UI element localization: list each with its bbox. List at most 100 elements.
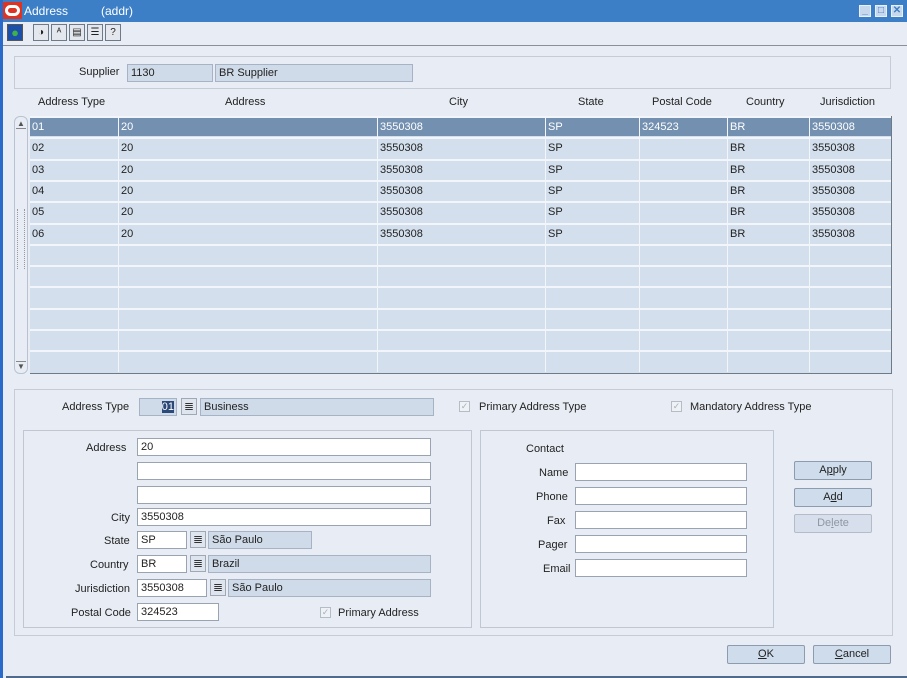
- cell-address[interactable]: [118, 352, 377, 373]
- cell-jurisdiction[interactable]: 3550308: [809, 203, 891, 224]
- cell-jurisdiction[interactable]: [809, 267, 891, 288]
- cell-state[interactable]: [545, 288, 639, 309]
- cell-country[interactable]: [727, 267, 809, 288]
- cell-address[interactable]: [118, 267, 377, 288]
- column-header-postal-code[interactable]: Postal Code: [652, 96, 712, 108]
- cell-city[interactable]: [377, 352, 545, 373]
- cell-country[interactable]: [727, 352, 809, 373]
- cancel-button[interactable]: Cancel: [813, 645, 891, 664]
- city-input[interactable]: 3550308: [137, 508, 431, 526]
- scroll-down-arrow-icon[interactable]: ▼: [16, 361, 26, 371]
- cell-jurisdiction[interactable]: 3550308: [809, 181, 891, 202]
- cell-country[interactable]: [727, 288, 809, 309]
- contact-phone-input[interactable]: [575, 487, 747, 505]
- cell-jurisdiction[interactable]: [809, 309, 891, 330]
- column-header-address-type[interactable]: Address Type: [38, 96, 105, 108]
- cell-city[interactable]: 3550308: [377, 203, 545, 224]
- country-lov-icon[interactable]: ≣: [190, 555, 206, 572]
- column-header-address[interactable]: Address: [225, 96, 265, 108]
- cell-address[interactable]: [118, 309, 377, 330]
- address-line2-input[interactable]: [137, 462, 431, 480]
- cell-city[interactable]: [377, 267, 545, 288]
- cell-country[interactable]: BR: [727, 139, 809, 160]
- cell-country[interactable]: [727, 245, 809, 266]
- cell-postal-code[interactable]: [639, 224, 727, 245]
- cell-postal-code[interactable]: [639, 267, 727, 288]
- cell-address-type[interactable]: 04: [30, 182, 118, 202]
- cell-address[interactable]: 20: [118, 203, 377, 224]
- table-row[interactable]: 03 20 3550308 SP BR 3550308: [30, 158, 891, 181]
- refresh-icon[interactable]: ◑: [33, 24, 49, 41]
- cell-state[interactable]: SP: [545, 139, 639, 160]
- cell-state[interactable]: SP: [545, 160, 639, 181]
- cell-postal-code[interactable]: 324523: [639, 118, 727, 138]
- address-line3-input[interactable]: [137, 486, 431, 504]
- cell-jurisdiction[interactable]: [809, 288, 891, 309]
- cell-country[interactable]: [727, 331, 809, 351]
- cell-address[interactable]: 20: [118, 181, 377, 202]
- cell-address[interactable]: 20: [118, 118, 377, 138]
- cell-address-type[interactable]: [30, 352, 118, 372]
- cell-state[interactable]: [545, 309, 639, 330]
- cell-city[interactable]: 3550308: [377, 160, 545, 181]
- help-icon[interactable]: ?: [105, 24, 121, 41]
- table-row[interactable]: 05 20 3550308 SP BR 3550308: [30, 201, 891, 224]
- primary-address-checkbox[interactable]: ✓: [320, 607, 331, 618]
- cell-city[interactable]: [377, 288, 545, 309]
- ok-button[interactable]: OK: [727, 645, 805, 664]
- cell-address[interactable]: 20: [118, 139, 377, 160]
- empty-table-row[interactable]: [30, 265, 891, 288]
- apply-button[interactable]: Apply: [794, 461, 872, 480]
- cell-postal-code[interactable]: [639, 139, 727, 160]
- cell-jurisdiction[interactable]: [809, 245, 891, 266]
- delete-button[interactable]: Delete: [794, 514, 872, 533]
- cell-address[interactable]: [118, 288, 377, 309]
- table-row[interactable]: 02 20 3550308 SP BR 3550308: [30, 137, 891, 160]
- cell-country[interactable]: BR: [727, 118, 809, 138]
- maximize-button[interactable]: □: [875, 5, 887, 17]
- address-line1-input[interactable]: 20: [137, 438, 431, 456]
- cell-jurisdiction[interactable]: 3550308: [809, 118, 891, 138]
- cell-country[interactable]: BR: [727, 160, 809, 181]
- cell-country[interactable]: BR: [727, 181, 809, 202]
- cell-state[interactable]: [545, 352, 639, 373]
- column-header-jurisdiction[interactable]: Jurisdiction: [820, 96, 875, 108]
- cell-address-type[interactable]: [30, 267, 118, 287]
- address-type-lov-icon[interactable]: ≣: [181, 398, 197, 415]
- cell-state[interactable]: SP: [545, 181, 639, 202]
- state-input[interactable]: SP: [137, 531, 187, 549]
- cell-jurisdiction[interactable]: 3550308: [809, 160, 891, 181]
- postal-code-input[interactable]: 324523: [137, 603, 219, 621]
- cell-address-type[interactable]: [30, 246, 118, 266]
- cell-address-type[interactable]: 06: [30, 225, 118, 245]
- column-header-city[interactable]: City: [449, 96, 468, 108]
- cell-jurisdiction[interactable]: [809, 352, 891, 373]
- scroll-thumb[interactable]: [17, 209, 25, 269]
- contact-pager-input[interactable]: [575, 535, 747, 553]
- table-row[interactable]: 01 20 3550308 SP 324523 BR 3550308: [30, 116, 891, 138]
- cell-postal-code[interactable]: [639, 181, 727, 202]
- empty-table-row[interactable]: [30, 286, 891, 309]
- contact-name-input[interactable]: [575, 463, 747, 481]
- jurisdiction-lov-icon[interactable]: ≣: [210, 579, 226, 596]
- cell-city[interactable]: [377, 331, 545, 351]
- cell-city[interactable]: 3550308: [377, 181, 545, 202]
- minimize-button[interactable]: _: [859, 5, 871, 17]
- table-row[interactable]: 06 20 3550308 SP BR 3550308: [30, 222, 891, 245]
- cell-address[interactable]: 20: [118, 160, 377, 181]
- cell-country[interactable]: BR: [727, 203, 809, 224]
- cell-address-type[interactable]: 03: [30, 161, 118, 181]
- cell-postal-code[interactable]: [639, 309, 727, 330]
- add-button[interactable]: Add: [794, 488, 872, 507]
- empty-table-row[interactable]: [30, 329, 891, 351]
- globe-icon[interactable]: ●: [7, 24, 23, 41]
- cell-address-type[interactable]: [30, 310, 118, 330]
- cell-country[interactable]: BR: [727, 224, 809, 245]
- cell-city[interactable]: 3550308: [377, 139, 545, 160]
- cell-jurisdiction[interactable]: [809, 331, 891, 351]
- contact-fax-input[interactable]: [575, 511, 747, 529]
- column-header-country[interactable]: Country: [746, 96, 785, 108]
- cell-postal-code[interactable]: [639, 288, 727, 309]
- cell-state[interactable]: [545, 267, 639, 288]
- cell-postal-code[interactable]: [639, 245, 727, 266]
